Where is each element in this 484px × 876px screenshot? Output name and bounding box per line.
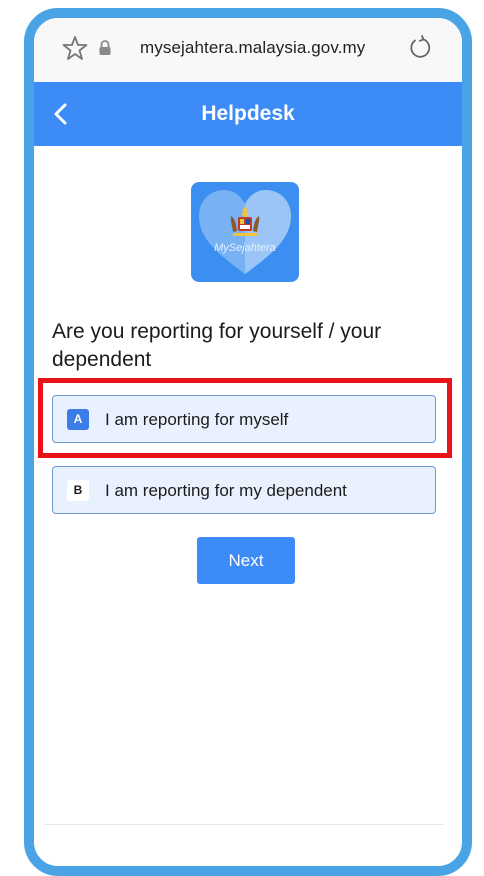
url-text[interactable]: mysejahtera.malaysia.gov.my: [140, 38, 365, 58]
page-title: Helpdesk: [201, 102, 295, 125]
app-header: Helpdesk: [34, 82, 462, 146]
reload-icon[interactable]: [406, 34, 434, 62]
heart-emblem-icon: [199, 190, 291, 274]
next-button[interactable]: Next: [197, 537, 295, 584]
logo-text: MySejahtera: [214, 242, 276, 254]
option-key-b: B: [67, 480, 89, 501]
question-text: Are you reporting for yourself / your de…: [52, 320, 382, 371]
phone-frame: mysejahtera.malaysia.gov.my Helpdesk MyS…: [24, 8, 472, 876]
lock-icon: [98, 40, 112, 56]
option-key-a: A: [67, 409, 89, 430]
browser-bar: mysejahtera.malaysia.gov.my: [34, 18, 462, 82]
star-icon[interactable]: [61, 34, 89, 62]
bottom-divider: [44, 824, 444, 825]
option-label-dependent: I am reporting for my dependent: [105, 481, 347, 500]
option-myself[interactable]: A I am reporting for myself: [52, 395, 436, 443]
mysejahtera-logo: MySejahtera: [191, 182, 299, 282]
option-label-myself: I am reporting for myself: [105, 410, 289, 429]
option-dependent[interactable]: B I am reporting for my dependent: [52, 466, 436, 514]
